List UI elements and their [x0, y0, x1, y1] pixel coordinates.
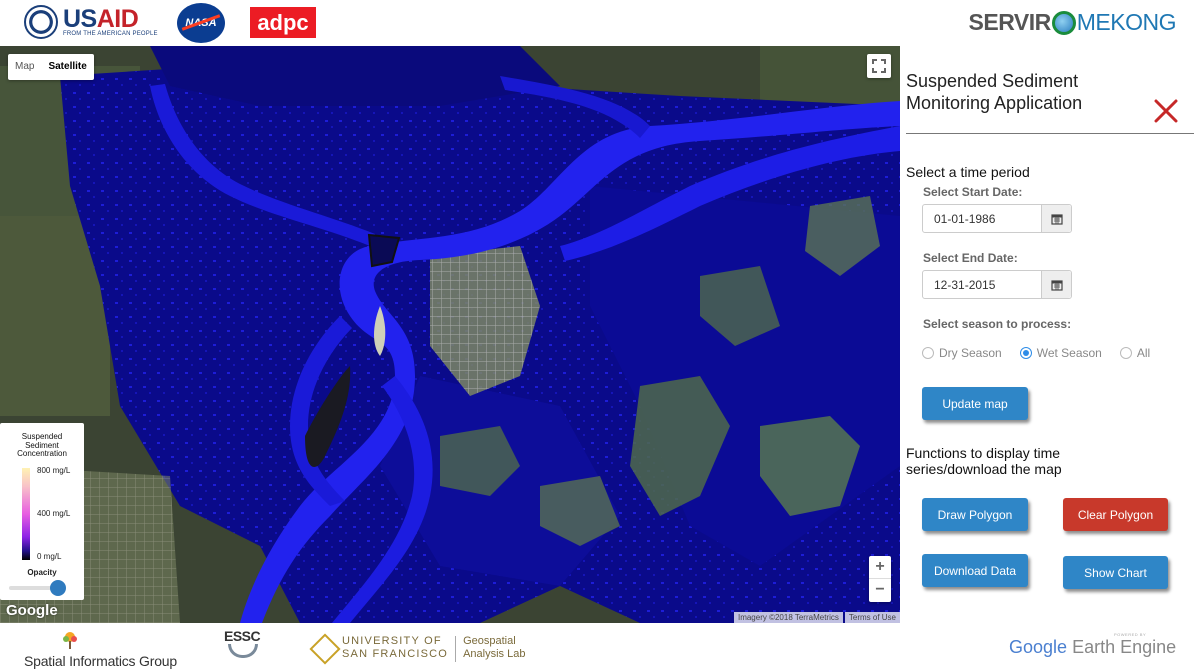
usf-name-line-2: SAN FRANCISCO [342, 648, 449, 660]
season-option-label: Wet Season [1036, 346, 1102, 360]
season-label: Select season to process: [923, 317, 1072, 331]
legend-mid-label: 400 mg/L [37, 509, 71, 518]
map-attribution: Imagery ©2018 TerraMetrics Terms of Use [733, 612, 900, 623]
season-radio-group: Dry Season Wet Season All [922, 346, 1168, 360]
usf-separator [455, 636, 457, 662]
season-radio-wet[interactable]: Wet Season [1019, 346, 1102, 360]
radio-dot [922, 347, 934, 359]
google-earth-engine-logo: Google Earth Engine [1009, 637, 1176, 658]
season-option-label: All [1136, 346, 1151, 360]
legend-title: Suspended Sediment Concentration [0, 423, 84, 459]
zoom-in-button[interactable]: + [869, 556, 891, 579]
nasa-logo: NASA [177, 3, 225, 43]
fullscreen-icon [872, 59, 886, 73]
start-date-input[interactable] [923, 205, 1041, 232]
season-radio-all[interactable]: All [1119, 346, 1151, 360]
usaid-seal-icon [24, 5, 58, 39]
tree-icon [63, 632, 77, 649]
terms-of-use-link[interactable]: Terms of Use [844, 612, 900, 623]
end-date-input[interactable] [923, 271, 1041, 298]
adpc-logo: adpc [250, 7, 316, 38]
essc-logo: ESSC [224, 628, 274, 664]
satellite-imagery[interactable] [0, 46, 900, 623]
start-date-label: Select Start Date: [923, 185, 1023, 199]
essc-wordmark: ESSC [224, 628, 261, 644]
legend-min-label: 0 mg/L [37, 552, 62, 561]
close-icon [1154, 99, 1178, 123]
map-type-satellite-button[interactable]: Satellite [41, 54, 93, 80]
end-date-field [922, 270, 1072, 299]
close-panel-button[interactable] [1154, 99, 1178, 123]
page-title: Suspended Sediment Monitoring Applicatio… [906, 71, 1083, 113]
clear-polygon-button[interactable]: Clear Polygon [1063, 498, 1168, 531]
time-period-heading: Select a time period [906, 164, 1030, 180]
fullscreen-button[interactable] [867, 54, 891, 78]
sediment-legend: Suspended Sediment Concentration 800 mg/… [0, 423, 84, 600]
servir-mekong-logo: SERVIR MEKONG [968, 9, 1177, 36]
lab-name-line-1: Geospatial [463, 635, 516, 647]
footer-bar: Spatial Informatics Group ESSC UNIVERSIT… [0, 623, 1200, 669]
essc-arc-icon [228, 644, 258, 658]
panel-divider [906, 133, 1194, 134]
servir-wordmark: SERVIR [968, 9, 1052, 35]
usaid-logo: USAID FROM THE AMERICAN PEOPLE [24, 5, 158, 39]
calendar-icon [1050, 213, 1063, 225]
download-data-button[interactable]: Download Data [922, 554, 1028, 587]
start-date-calendar-button[interactable] [1041, 205, 1071, 232]
zoom-control: + − [869, 556, 891, 602]
functions-heading: Functions to display time series/downloa… [906, 445, 1062, 477]
season-option-label: Dry Season [939, 346, 1002, 360]
end-date-calendar-button[interactable] [1041, 271, 1071, 298]
calendar-icon [1050, 279, 1063, 291]
legend-max-label: 800 mg/L [37, 466, 71, 475]
google-logo[interactable]: Google [6, 602, 58, 619]
usf-name-line-1: UNIVERSITY OF [342, 635, 442, 647]
header-bar: USAID FROM THE AMERICAN PEOPLE NASA adpc… [0, 0, 1200, 46]
draw-polygon-button[interactable]: Draw Polygon [922, 498, 1028, 531]
start-date-field [922, 204, 1072, 233]
radio-dot-selected [1019, 347, 1032, 359]
sig-wordmark: Spatial Informatics Group [24, 653, 177, 669]
map-type-control: Map Satellite [8, 54, 94, 80]
usaid-wordmark: USAID [63, 5, 139, 33]
usaid-tagline: FROM THE AMERICAN PEOPLE [63, 31, 158, 37]
legend-title-line-3: Concentration [17, 449, 67, 458]
radio-dot [1119, 347, 1132, 359]
show-chart-button[interactable]: Show Chart [1063, 556, 1168, 589]
update-map-button[interactable]: Update map [922, 387, 1028, 420]
globe-icon [1051, 10, 1076, 35]
map-canvas[interactable]: Map Satellite + − Suspended Sediment Con… [0, 46, 900, 623]
gee-google-wordmark: Google [1009, 637, 1068, 657]
end-date-label: Select End Date: [923, 251, 1018, 265]
season-radio-dry[interactable]: Dry Season [922, 346, 1002, 360]
nasa-wordmark: NASA [185, 17, 217, 29]
lab-name-line-2: Analysis Lab [463, 648, 526, 660]
legend-color-ramp [22, 468, 30, 560]
usf-emblem-icon [309, 633, 341, 665]
control-panel: Suspended Sediment Monitoring Applicatio… [900, 46, 1200, 623]
map-type-map-button[interactable]: Map [8, 54, 41, 80]
usf-logo: UNIVERSITY OF SAN FRANCISCO Geospatial A… [309, 633, 526, 665]
mekong-wordmark: MEKONG [1076, 9, 1177, 35]
imagery-credit: Imagery ©2018 TerraMetrics [733, 612, 843, 623]
zoom-out-button[interactable]: − [869, 579, 891, 602]
opacity-label: Opacity [27, 568, 57, 577]
gee-earth-engine-wordmark: Earth Engine [1072, 637, 1177, 657]
opacity-slider-handle[interactable] [50, 580, 66, 596]
